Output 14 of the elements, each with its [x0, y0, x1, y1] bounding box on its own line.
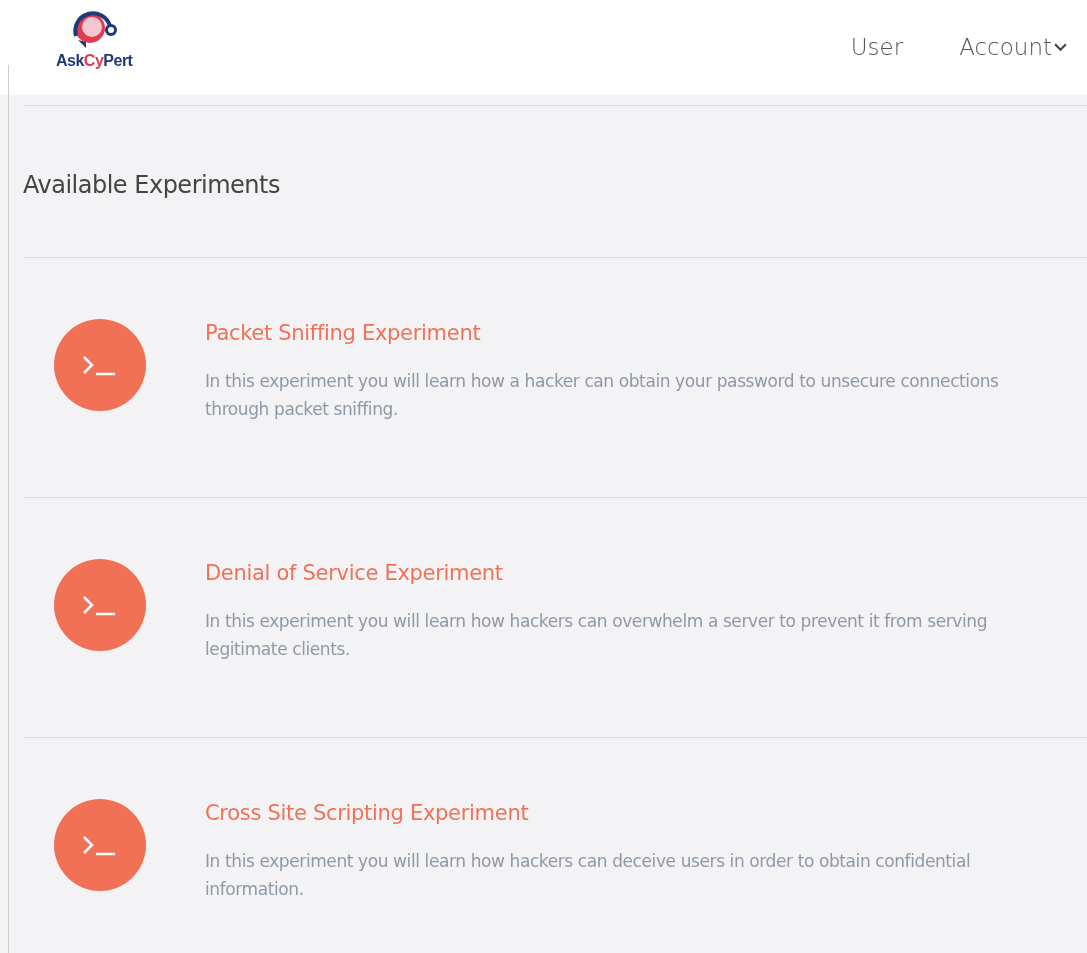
- experiment-link[interactable]: Denial of Service Experiment: [205, 560, 1055, 585]
- experiment-description: In this experiment you will learn how hackers can overwhelm a server to prevent it from serving legitimate clients.: [205, 609, 989, 661]
- terminal-icon: [54, 798, 146, 891]
- experiment-link[interactable]: Cross Site Scripting Experiment: [205, 800, 1055, 825]
- section-title: Available Experiments: [23, 170, 281, 201]
- experiment-link[interactable]: Packet Sniffing Experiment: [205, 320, 1055, 345]
- logo-text: AskCyPert: [56, 52, 133, 70]
- terminal-icon: [54, 318, 146, 411]
- terminal-icon: [54, 558, 146, 651]
- chevron-down-icon: [1054, 42, 1067, 52]
- experiment-description: In this experiment you will learn how a hacker can obtain your password to unsecure connections through packet sniffing.: [205, 369, 1000, 421]
- nav-link[interactable]: Account: [959, 34, 1067, 60]
- experiment-description: In this experiment you will learn how hackers can deceive users in order to obtain confidential information.: [205, 849, 972, 901]
- nav-link[interactable]: User: [850, 34, 904, 60]
